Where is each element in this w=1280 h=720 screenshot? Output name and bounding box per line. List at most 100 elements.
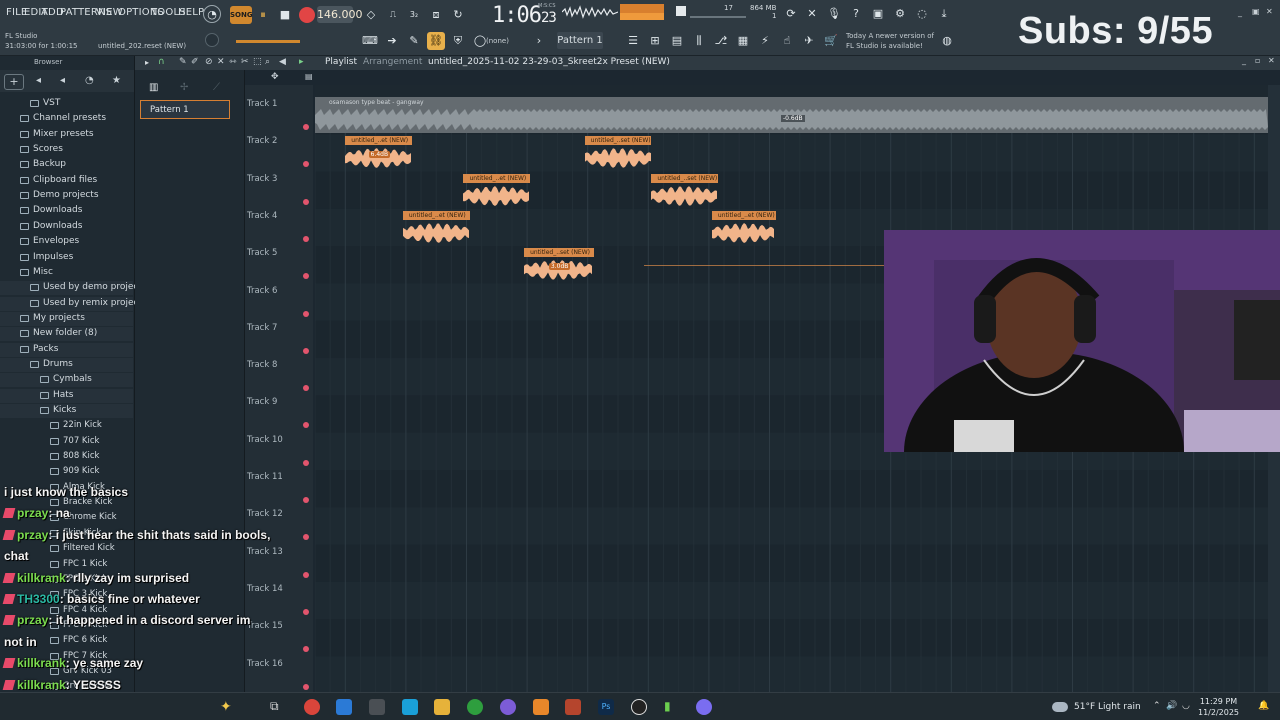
browser-star-icon[interactable]: ★ <box>112 75 121 86</box>
tree-icon[interactable]: ⎇ <box>712 32 730 50</box>
track-label[interactable]: Track 10 <box>247 435 283 445</box>
track-label[interactable]: Track 6 <box>247 286 277 296</box>
browser-item[interactable]: Hats <box>0 388 133 403</box>
track-mute-dot[interactable] <box>303 273 309 280</box>
chat-icon[interactable]: ◌ <box>913 5 931 23</box>
metronome-icon[interactable]: ◇ <box>362 6 380 24</box>
task-view-icon[interactable]: ⧉ <box>270 699 286 715</box>
browser-back-icon[interactable]: ◂ <box>36 75 41 86</box>
global-snap-icon[interactable]: ◔ <box>203 5 221 23</box>
track-header-move-icon[interactable]: ✥ <box>271 72 279 82</box>
project-browser-icon[interactable]: ▦ <box>734 32 752 50</box>
browser-item[interactable]: Impulses <box>0 251 133 265</box>
plugin-icon[interactable]: ⚙ <box>891 5 909 23</box>
browser-item[interactable]: 707 Kick <box>0 435 133 449</box>
playlist-maximize-icon[interactable]: ▫ <box>1255 56 1260 65</box>
news-globe-icon[interactable]: ◍ <box>938 32 956 50</box>
network-icon[interactable]: ◡ <box>1182 701 1190 711</box>
audio-clip[interactable]: untitled_..et (NEW) <box>711 210 776 245</box>
browser-item[interactable]: VST <box>0 97 133 111</box>
track-mute-dot[interactable] <box>303 198 309 205</box>
track-mute-dot[interactable] <box>303 124 309 130</box>
picker-link-icon[interactable]: ⟋ <box>213 82 220 93</box>
master-volume-knob[interactable] <box>205 33 219 47</box>
piano-roll-icon[interactable]: ⊞ <box>646 32 664 50</box>
track-mute-dot[interactable] <box>303 459 309 466</box>
browser-item[interactable]: Misc <box>0 266 133 280</box>
track-label[interactable]: Track 3 <box>247 174 277 184</box>
master-pitch-slider[interactable] <box>236 40 300 43</box>
app-ice-icon[interactable] <box>369 699 385 715</box>
audio-clip[interactable]: untitled_..et (NEW) <box>402 210 470 245</box>
volume-icon[interactable]: 🔊 <box>1166 701 1177 711</box>
photoshop-icon[interactable]: Ps <box>598 699 614 715</box>
audio-clip[interactable]: untitled_..et (NEW) <box>463 173 531 208</box>
browser-item[interactable]: My projects <box>0 311 133 326</box>
browser-item[interactable]: Channel presets <box>0 112 133 126</box>
export-icon[interactable]: ⤓ <box>935 5 953 23</box>
delete-tool-icon[interactable]: ⊘ <box>205 57 213 67</box>
browser-item[interactable]: Clipboard files <box>0 174 133 188</box>
browser-item[interactable]: Demo projects <box>0 189 133 203</box>
dj-icon[interactable]: ✈ <box>800 32 818 50</box>
tempo-display[interactable]: 146.000 <box>317 6 363 23</box>
discord-icon[interactable] <box>696 699 712 715</box>
track-mute-dot[interactable] <box>303 385 309 392</box>
playlist-menu-icon[interactable]: ▸ <box>299 57 304 67</box>
track-label[interactable]: Track 11 <box>247 472 283 482</box>
news-panel[interactable]: Today A newer version of FL Studio is ava… <box>846 31 934 51</box>
link-icon[interactable]: ⛓ <box>427 32 445 50</box>
track-mute-dot[interactable] <box>303 235 309 242</box>
track-label[interactable]: Track 1 <box>247 99 277 109</box>
pause-button[interactable]: ⏸ <box>254 6 272 24</box>
zoom-tool-icon[interactable]: ⌕ <box>265 57 270 67</box>
xbox-icon[interactable] <box>467 699 483 715</box>
browser-item[interactable]: Cymbals <box>0 373 133 388</box>
browser-add-icon[interactable]: + <box>4 74 24 90</box>
browser-item[interactable]: 909 Kick <box>0 465 133 479</box>
track-label[interactable]: Track 5 <box>247 248 277 258</box>
browser-item[interactable]: Kicks <box>0 404 133 418</box>
copilot-icon[interactable] <box>500 699 516 715</box>
wait-record-icon[interactable]: ⎍ <box>384 6 402 24</box>
cart-icon[interactable]: 🛒 <box>822 32 840 50</box>
speaker-tool-icon[interactable]: ◀ <box>279 57 286 67</box>
mixer-icon[interactable]: ✕ <box>803 5 821 23</box>
pattern-selector[interactable]: Pattern 1 <box>557 32 603 49</box>
pattern-clip-source[interactable]: Pattern 1 <box>140 100 230 119</box>
audio-clip[interactable]: untitled_..et (NEW) 6.4dB <box>345 136 412 170</box>
audio-clip[interactable]: untitled_..set (NEW) <box>584 136 652 170</box>
browser-item[interactable]: 22in Kick <box>0 419 133 433</box>
undo-history-icon[interactable]: ⟳ <box>782 5 800 23</box>
fl-studio-icon[interactable] <box>533 699 549 715</box>
plugin-db-icon[interactable]: ⚡ <box>756 32 774 50</box>
microphone-icon[interactable]: 🎙 <box>825 5 843 23</box>
track-label[interactable]: Track 4 <box>247 211 277 221</box>
touch-icon[interactable]: ☝ <box>778 32 796 50</box>
audio-clip[interactable]: untitled_..set (NEW) 3.0dB <box>524 248 594 282</box>
browser-item[interactable]: Downloads <box>0 220 133 234</box>
browser-item[interactable]: Packs <box>0 342 133 357</box>
browser-left-icon[interactable]: ◂ <box>60 75 65 86</box>
magnet-icon[interactable]: ∩ <box>158 57 165 67</box>
browser-refresh-icon[interactable]: ◔ <box>85 75 94 86</box>
track-label[interactable]: Track 8 <box>247 360 277 370</box>
track-mute-dot[interactable] <box>303 161 309 168</box>
browser-item[interactable]: Scores <box>0 143 133 157</box>
playlist-minimize-icon[interactable]: _ <box>1242 56 1246 65</box>
explorer-icon[interactable] <box>434 699 450 715</box>
audio-clip[interactable]: untitled_..set (NEW) <box>651 173 718 208</box>
track-mute-dot[interactable] <box>303 347 309 354</box>
minimize-icon[interactable]: _ <box>1238 8 1242 17</box>
play-arrow-icon[interactable]: ➔ <box>383 32 401 50</box>
select-tool-icon[interactable]: ⬚ <box>253 57 262 67</box>
picker-piano-icon[interactable]: ▥ <box>149 82 158 93</box>
help-icon[interactable]: ? <box>847 5 865 23</box>
menu-help[interactable]: HELP <box>178 7 204 18</box>
stop-button[interactable]: ■ <box>276 6 294 24</box>
channel-rack-icon[interactable]: ▤ <box>668 32 686 50</box>
pencil-tool-icon[interactable]: ✎ <box>179 57 187 67</box>
step-edit-icon[interactable]: ⧈ <box>427 6 445 24</box>
browser-item[interactable]: Drums <box>0 357 133 372</box>
browser-item[interactable]: Used by remix projects <box>0 296 147 311</box>
